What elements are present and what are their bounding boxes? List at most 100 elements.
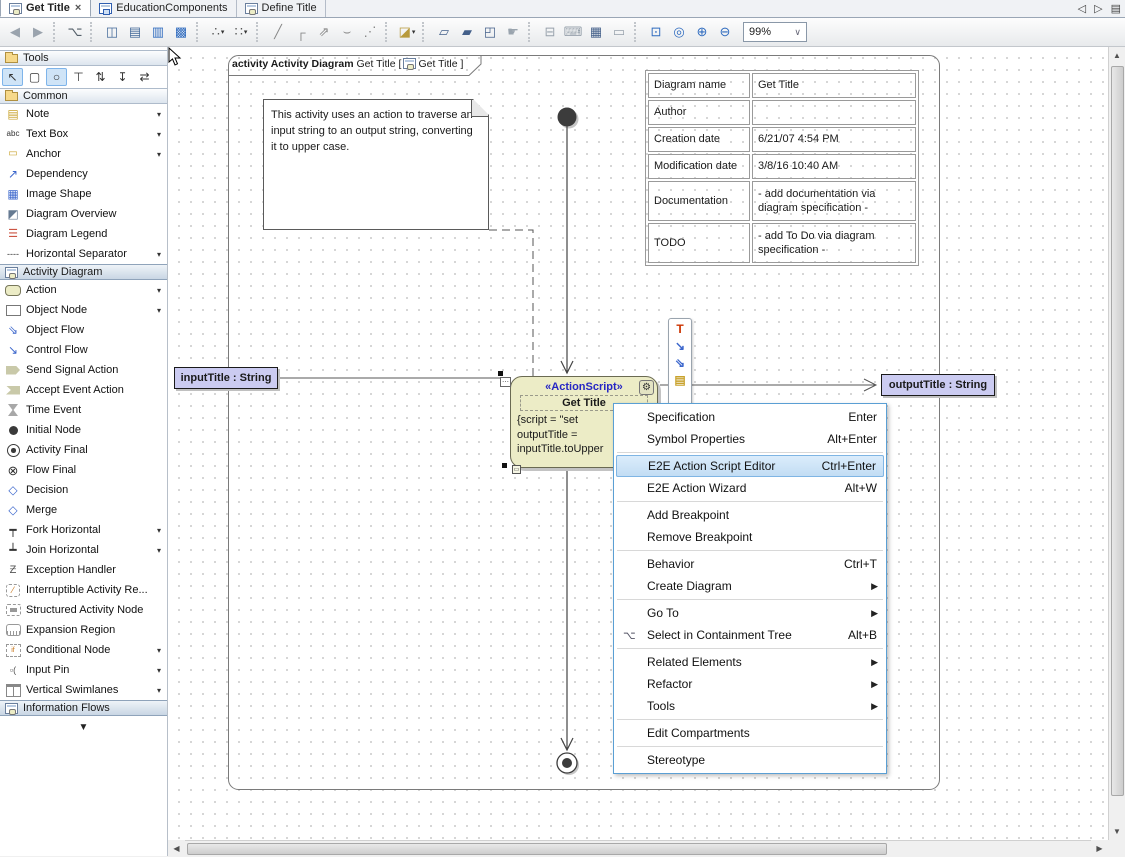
tab-get-title[interactable]: Get Title× [0,0,91,17]
group-select-tool-icon[interactable]: ▢ [24,68,45,86]
chevron-down-icon[interactable]: ▾ [157,546,161,555]
palette-item-send-signal-action[interactable]: Send Signal Action [0,360,167,380]
palette-item-dependency[interactable]: ↗Dependency [0,164,167,184]
vertical-scrollbar[interactable]: ▲ ▼ [1108,47,1125,840]
snap-tool-icon[interactable]: ↧ [112,68,133,86]
delete-from-model-icon[interactable]: ▩ [170,21,192,43]
zoom-combo[interactable]: 99%∨ [743,22,807,42]
tab-scroll-left-icon[interactable]: ◁ [1078,2,1086,15]
palette-item-merge[interactable]: ◇Merge [0,500,167,520]
open-in-new-window-icon[interactable]: ▱ [433,21,455,43]
menu-item-create-diagram[interactable]: Create Diagram▶ [615,575,885,597]
palette-header-information-flows[interactable]: Information Flows [0,700,167,716]
palette-item-decision[interactable]: ◇Decision [0,480,167,500]
palette-item-object-node[interactable]: Object Node▾ [0,300,167,320]
chevron-down-icon[interactable]: ▾ [157,130,161,139]
free-shape-tool-icon[interactable]: ○ [46,68,67,86]
collapse-view-icon[interactable]: ⊟ [539,21,561,43]
pin-connection-handle[interactable]: ⋯ [500,377,511,387]
forward-icon[interactable]: ▶ [27,21,49,43]
palette-item-exception-handler[interactable]: ƵException Handler [0,560,167,580]
palette-item-activity-final[interactable]: Activity Final [0,440,167,460]
dropdown-arrow-icon[interactable]: ▾ [244,28,248,36]
palette-item-diagram-legend[interactable]: ☰Diagram Legend [0,224,167,244]
menu-item-behavior[interactable]: BehaviorCtrl+T [615,553,885,575]
select-symbol-in-window-icon[interactable]: ◰ [479,21,501,43]
menu-item-refactor[interactable]: Refactor▶ [615,673,885,695]
line-style-rectilinear-icon[interactable]: ┌ [290,21,312,43]
palette-item-anchor[interactable]: ▭Anchor▾ [0,144,167,164]
chevron-down-icon[interactable]: ▾ [157,110,161,119]
quick-layout-icon[interactable]: ∷▾ [230,21,252,43]
note-shape[interactable]: This activity uses an action to traverse… [263,99,489,230]
chevron-down-icon[interactable]: ▾ [157,286,161,295]
chevron-down-icon[interactable]: ▾ [157,306,161,315]
menu-item-symbol-properties[interactable]: Symbol PropertiesAlt+Enter [615,428,885,450]
zoom-fit-icon[interactable]: ⊡ [645,21,667,43]
line-style-straight-icon[interactable]: ╱ [267,21,289,43]
diagram-info-table[interactable]: Diagram nameGet TitleAuthorCreation date… [645,70,919,266]
chevron-down-icon[interactable]: ▾ [157,686,161,695]
palette-item-input-pin[interactable]: ▫(Input Pin▾ [0,660,167,680]
chevron-down-icon[interactable]: ▾ [157,646,161,655]
scroll-down-icon[interactable]: ▼ [1109,823,1125,840]
vertical-scroll-thumb[interactable] [1111,66,1124,796]
palette-item-expansion-region[interactable]: Expansion Region [0,620,167,640]
fill-color-icon[interactable]: ◪▾ [396,21,418,43]
close-icon[interactable]: × [74,2,82,14]
scroll-left-icon[interactable]: ◀ [168,840,185,857]
output-parameter-node[interactable]: outputTitle : String [881,374,995,396]
layout-icon[interactable]: ∴▾ [207,21,229,43]
palette-item-note[interactable]: ▤Note▾ [0,104,167,124]
horizontal-scroll-thumb[interactable] [187,843,887,855]
select-in-containment-tree-icon[interactable]: ⌥ [64,21,86,43]
grab-mode-icon[interactable]: ☛ [502,21,524,43]
palette-item-object-flow[interactable]: ⇘Object Flow [0,320,167,340]
tab-define-title[interactable]: Define Title [237,0,326,17]
chevron-down-icon[interactable]: ▾ [157,150,161,159]
open-parent-window-icon[interactable]: ▰ [456,21,478,43]
note-anchor-icon[interactable]: ▤ [674,373,685,387]
collapse-icon[interactable]: ▭ [512,465,521,474]
scroll-right-icon[interactable]: ▶ [1091,840,1108,857]
palette-header-activity-diagram[interactable]: Activity Diagram [0,264,167,280]
palette-item-time-event[interactable]: Time Event [0,400,167,420]
grid-view-icon[interactable]: ⌨ [562,21,584,43]
selection-handle-top-left[interactable] [498,371,503,376]
palette-item-vertical-swimlanes[interactable]: Vertical Swimlanes▾ [0,680,167,700]
menu-item-e2e-action-script-editor[interactable]: E2E Action Script EditorCtrl+Enter [616,455,884,477]
stamp-tool-icon[interactable]: ⊤ [68,68,89,86]
delete-icon[interactable]: ▥ [147,21,169,43]
palette-item-diagram-overview[interactable]: ◩Diagram Overview [0,204,167,224]
swap-tool-icon[interactable]: ⇄ [134,68,155,86]
menu-item-select-in-containment-tree[interactable]: ⌥Select in Containment TreeAlt+B [615,624,885,646]
line-style-oblique-icon[interactable]: ⇗ [313,21,335,43]
copy-icon[interactable]: ◫ [101,21,123,43]
palette-more-icon[interactable]: ▼ [0,716,167,733]
line-style-custom-icon[interactable]: ⋰ [359,21,381,43]
image-view-icon[interactable]: ▦ [585,21,607,43]
menu-item-edit-compartments[interactable]: Edit Compartments [615,722,885,744]
scroll-up-icon[interactable]: ▲ [1109,47,1125,64]
edit-name-icon[interactable]: T [676,322,683,336]
chevron-down-icon[interactable]: ▾ [157,526,161,535]
tab-scroll-right-icon[interactable]: ▷ [1094,2,1102,15]
palette-item-join-horizontal[interactable]: ┷Join Horizontal▾ [0,540,167,560]
align-tool-icon[interactable]: ⇅ [90,68,111,86]
menu-item-e2e-action-wizard[interactable]: E2E Action WizardAlt+W [615,477,885,499]
note-anchor-line[interactable] [489,230,533,376]
tab-educationcomponents[interactable]: EducationComponents [91,0,236,17]
tab-list-icon[interactable]: ▤ [1111,2,1121,15]
zoom-out-icon[interactable]: ⊖ [714,21,736,43]
paste-icon[interactable]: ▤ [124,21,146,43]
menu-item-stereotype[interactable]: Stereotype [615,749,885,771]
palette-item-horizontal-separator[interactable]: ----Horizontal Separator▾ [0,244,167,264]
palette-item-image-shape[interactable]: ▦Image Shape [0,184,167,204]
select-tool-icon[interactable]: ↖ [2,68,23,86]
palette-item-text-box[interactable]: abcText Box▾ [0,124,167,144]
palette-item-control-flow[interactable]: ↘Control Flow [0,340,167,360]
input-parameter-node[interactable]: inputTitle : String [174,367,278,389]
zoom-1-1-icon[interactable]: ◎ [668,21,690,43]
palette-item-action[interactable]: Action▾ [0,280,167,300]
palette-item-structured-activity-node[interactable]: Structured Activity Node [0,600,167,620]
